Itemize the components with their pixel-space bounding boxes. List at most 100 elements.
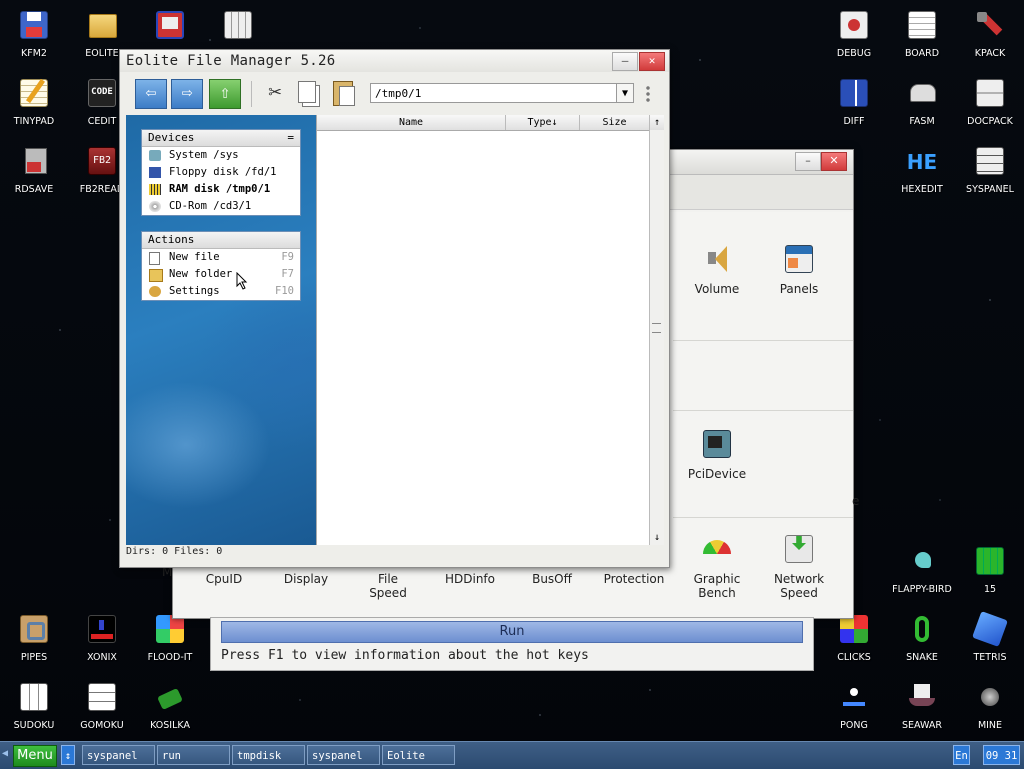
desktop-icon-debug[interactable]: DEBUG <box>820 6 888 68</box>
devices-header: Devices = <box>142 130 300 147</box>
pci-card-icon <box>700 427 734 461</box>
desktop-icon-clicks[interactable]: CLICKS <box>820 610 888 672</box>
desktop-icon-flappy-bird[interactable]: FLAPPY-BIRD <box>888 542 956 604</box>
app-display[interactable]: Display <box>265 572 347 586</box>
snake-icon <box>905 612 939 646</box>
app-busoff[interactable]: BusOff <box>511 572 593 586</box>
scroll-up-icon[interactable]: ↑ <box>650 115 664 130</box>
code-icon: CODE <box>85 76 119 110</box>
task-tmpdisk[interactable]: tmpdisk <box>232 745 305 765</box>
scroll-down-icon[interactable]: ↓ <box>650 532 664 543</box>
desktop-icon-rdsave[interactable]: RDSAVE <box>0 142 68 204</box>
desktop-icon-sudoku[interactable]: SUDOKU <box>0 678 68 740</box>
minimize-button[interactable]: – <box>795 152 821 171</box>
task-syspanel[interactable]: syspanel <box>82 745 155 765</box>
minimize-button[interactable]: – <box>612 52 638 71</box>
desktop-icon-gomoku[interactable]: GOMOKU <box>68 678 136 740</box>
floppy-icon <box>149 167 161 178</box>
clock[interactable]: 09 31 <box>983 745 1020 765</box>
devices-panel: Devices = System /sys Floppy disk /fd/1 R… <box>141 129 301 216</box>
scroll-grip-icon[interactable] <box>652 323 661 333</box>
sidebar: Devices = System /sys Floppy disk /fd/1 R… <box>126 115 316 545</box>
pong-icon <box>837 680 871 714</box>
desktop-icon-tinypad[interactable]: TINYPAD <box>0 74 68 136</box>
language-indicator[interactable]: En <box>953 745 970 765</box>
taskbar: ◀ Menu ↕ syspanel run tmpdisk syspanel E… <box>0 741 1024 769</box>
app-graphic-bench[interactable]: Graphic Bench <box>676 532 758 600</box>
desktop-icon-kosilka[interactable]: KOSILKA <box>136 678 204 740</box>
desktop-icon-board[interactable]: BOARD <box>888 6 956 68</box>
column-type[interactable]: Type↓ <box>506 115 580 130</box>
task-syspanel-2[interactable]: syspanel <box>307 745 380 765</box>
vertical-scrollbar[interactable]: ↓ <box>649 130 664 545</box>
file-list-header: Name Type↓ Size ↑ <box>317 115 664 131</box>
eolite-toolbar: ⇦ ⇨ ⇧ ✂ /tmp0/1 ▼ <box>120 73 669 111</box>
chevron-down-icon: ▼ <box>621 88 629 99</box>
menu-button[interactable]: Menu <box>13 745 57 767</box>
desktop-icon-syspanel[interactable]: SYSPANEL <box>956 142 1024 204</box>
gomoku-icon <box>85 680 119 714</box>
desktop-icon-kfm2[interactable]: KFM2 <box>0 6 68 68</box>
app-protection[interactable]: Protection <box>593 572 675 586</box>
action-new-folder[interactable]: New folder F7 <box>142 266 300 283</box>
desktop-icon-seawar[interactable]: SEAWAR <box>888 678 956 740</box>
desktop-icon-tetris[interactable]: TETRIS <box>956 610 1024 672</box>
device-system[interactable]: System /sys <box>142 147 300 164</box>
eolite-window[interactable]: Eolite File Manager 5.26 – ✕ ⇦ ⇨ ⇧ ✂ /tm… <box>119 49 670 568</box>
status-bar: Dirs: 0 Files: 0 <box>126 546 223 557</box>
cut-button[interactable]: ✂ <box>260 79 290 107</box>
desktop-icon-mine[interactable]: MINE <box>956 678 1024 740</box>
app-pcidevice[interactable]: PciDevice <box>676 427 758 481</box>
app-panels[interactable]: Panels <box>758 242 840 296</box>
close-button[interactable]: ✕ <box>821 152 847 171</box>
screen-icon <box>153 8 187 42</box>
desktop-icon-diff[interactable]: DIFF <box>820 74 888 136</box>
app-volume[interactable]: Volume <box>676 242 758 296</box>
desktop-icon-pong[interactable]: PONG <box>820 678 888 740</box>
notepad-icon <box>17 76 51 110</box>
task-eolite[interactable]: Eolite <box>382 745 455 765</box>
app-file-speed[interactable]: File Speed <box>347 572 429 600</box>
eolite-titlebar[interactable]: Eolite File Manager 5.26 – ✕ <box>120 50 669 72</box>
forward-button[interactable]: ⇨ <box>171 79 203 109</box>
kpack-icon <box>973 8 1007 42</box>
copy-button[interactable] <box>292 79 322 107</box>
back-button[interactable]: ⇦ <box>135 79 167 109</box>
desktop-icon-fasm[interactable]: FASM <box>888 74 956 136</box>
toolbar-menu-icon[interactable] <box>646 85 650 103</box>
up-button[interactable]: ⇧ <box>209 79 241 109</box>
column-name[interactable]: Name <box>317 115 506 130</box>
app-network-speed[interactable]: Network Speed <box>758 532 840 600</box>
task-run[interactable]: run <box>157 745 230 765</box>
column-size[interactable]: Size <box>580 115 650 130</box>
desktop-icon-snake[interactable]: SNAKE <box>888 610 956 672</box>
run-button[interactable]: Run <box>221 621 803 643</box>
desktop-icon-hexedit[interactable]: HE HEXEDIT <box>888 142 956 204</box>
floppy-icon <box>17 8 51 42</box>
mine-icon <box>973 680 1007 714</box>
collapse-icon[interactable]: = <box>287 130 294 146</box>
path-dropdown-button[interactable]: ▼ <box>616 83 634 103</box>
calculator-icon <box>221 8 255 42</box>
download-icon <box>782 532 816 566</box>
desktop-icon-15[interactable]: 15 <box>956 542 1024 604</box>
file-list[interactable]: Name Type↓ Size ↑ ↓ <box>316 115 664 545</box>
desktop-icon-pipes[interactable]: PIPES <box>0 610 68 672</box>
app-hddinfo[interactable]: HDDinfo <box>429 572 511 586</box>
device-cdrom[interactable]: CD-Rom /cd3/1 <box>142 198 300 215</box>
path-input[interactable]: /tmp0/1 <box>370 83 632 103</box>
app-cpuid[interactable]: CpuID <box>183 572 265 586</box>
desktop-icon-kpack[interactable]: KPACK <box>956 6 1024 68</box>
taskbar-scroll-left-icon[interactable]: ◀ <box>2 748 8 759</box>
task-switch-button[interactable]: ↕ <box>61 745 75 765</box>
close-button[interactable]: ✕ <box>639 52 665 71</box>
action-new-file[interactable]: New file F9 <box>142 249 300 266</box>
device-floppy[interactable]: Floppy disk /fd/1 <box>142 164 300 181</box>
desktop-icon-docpack[interactable]: DOCPACK <box>956 74 1024 136</box>
device-ram-disk[interactable]: RAM disk /tmp0/1 <box>142 181 300 198</box>
window-title: Eolite File Manager 5.26 <box>126 53 336 69</box>
action-settings[interactable]: Settings F10 <box>142 283 300 300</box>
paste-button[interactable] <box>328 79 358 107</box>
desktop-icon-flood-it[interactable]: FLOOD-IT <box>136 610 204 672</box>
desktop-icon-xonix[interactable]: XONIX <box>68 610 136 672</box>
